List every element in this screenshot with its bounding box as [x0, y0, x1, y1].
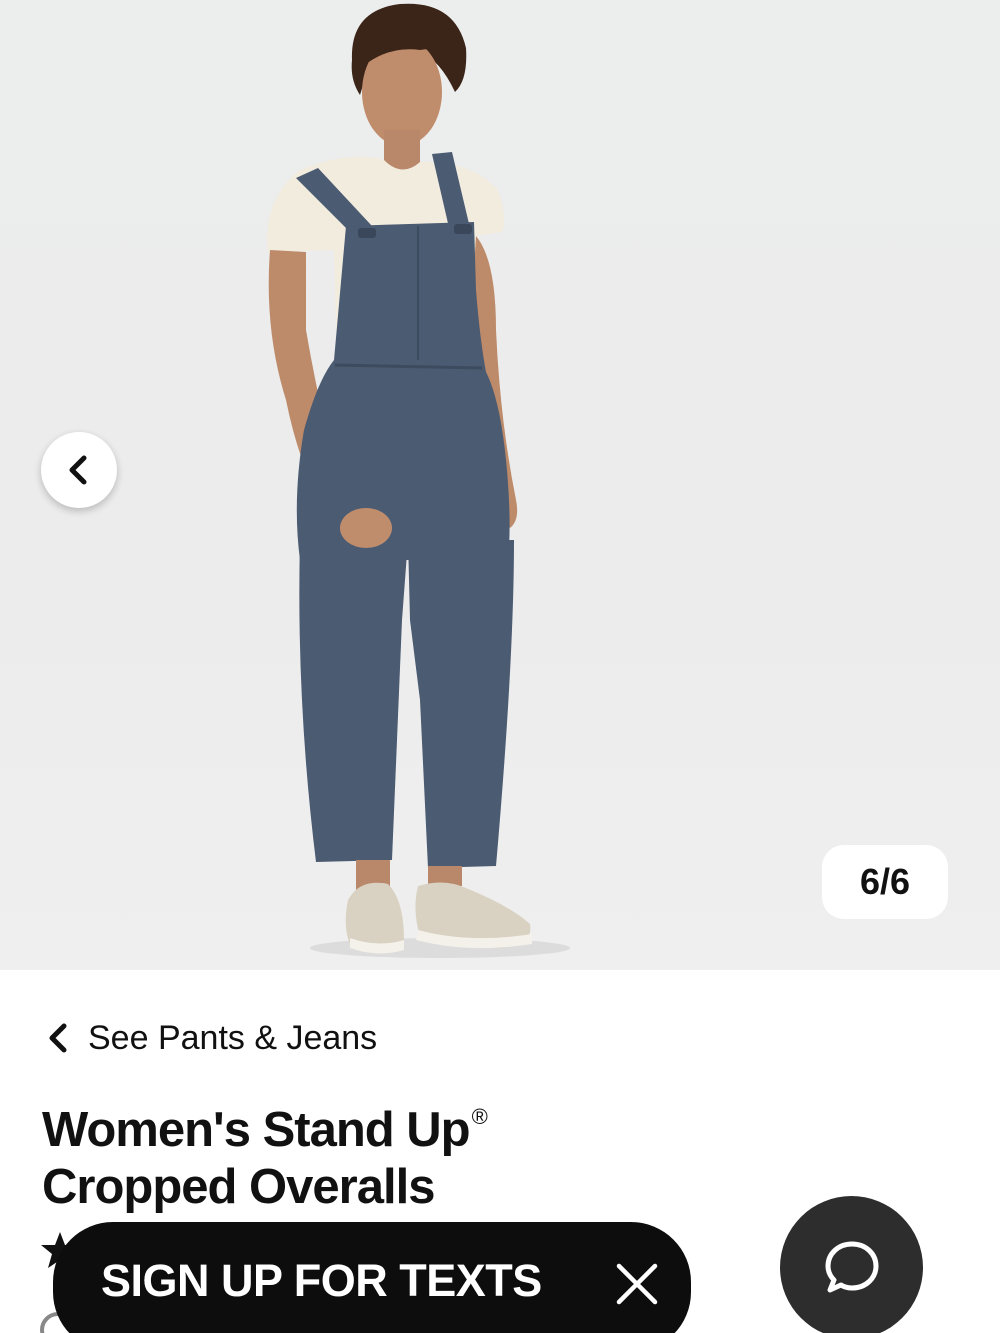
breadcrumb-label: See Pants & Jeans [88, 1018, 378, 1057]
breadcrumb[interactable]: See Pants & Jeans [46, 1013, 377, 1063]
product-image-gallery[interactable]: 6/6 [0, 0, 1000, 970]
title-line-2: Cropped Overalls [42, 1160, 435, 1214]
chat-bubble-icon [825, 1241, 878, 1292]
sms-signup-label: SIGN UP FOR TEXTS [101, 1255, 542, 1306]
close-icon[interactable] [613, 1260, 661, 1308]
chat-button[interactable] [780, 1196, 923, 1333]
chevron-left-icon [69, 455, 87, 485]
title-line-1: Women's Stand Up [42, 1103, 471, 1157]
registered-mark: ® [471, 1104, 488, 1129]
previous-image-button[interactable] [41, 432, 117, 508]
image-counter: 6/6 [822, 845, 948, 919]
sms-signup-banner[interactable]: SIGN UP FOR TEXTS [53, 1222, 691, 1333]
chevron-left-icon [49, 1023, 67, 1053]
product-image [267, 3, 570, 958]
page-title: Women's Stand Up® Cropped Overalls [42, 1088, 682, 1216]
